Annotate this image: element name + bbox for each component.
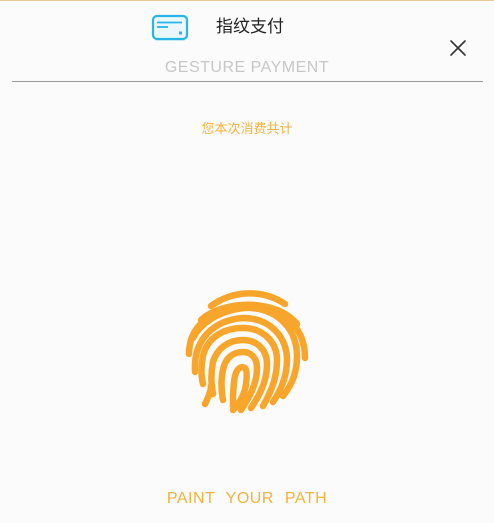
page-subtitle: GESTURE PAYMENT: [164, 59, 330, 76]
paint-path-prompt: PAINT YOUR PATH: [166, 490, 328, 507]
credit-card-icon: [151, 14, 189, 41]
header-divider: [12, 81, 483, 82]
payment-header: 指纹支付 GESTURE PAYMENT: [0, 0, 494, 84]
amount-label: 您本次消费共计: [201, 122, 293, 137]
page-title: 指纹支付: [216, 17, 284, 37]
fingerprint-icon[interactable]: [183, 286, 311, 414]
close-icon[interactable]: [447, 37, 469, 59]
